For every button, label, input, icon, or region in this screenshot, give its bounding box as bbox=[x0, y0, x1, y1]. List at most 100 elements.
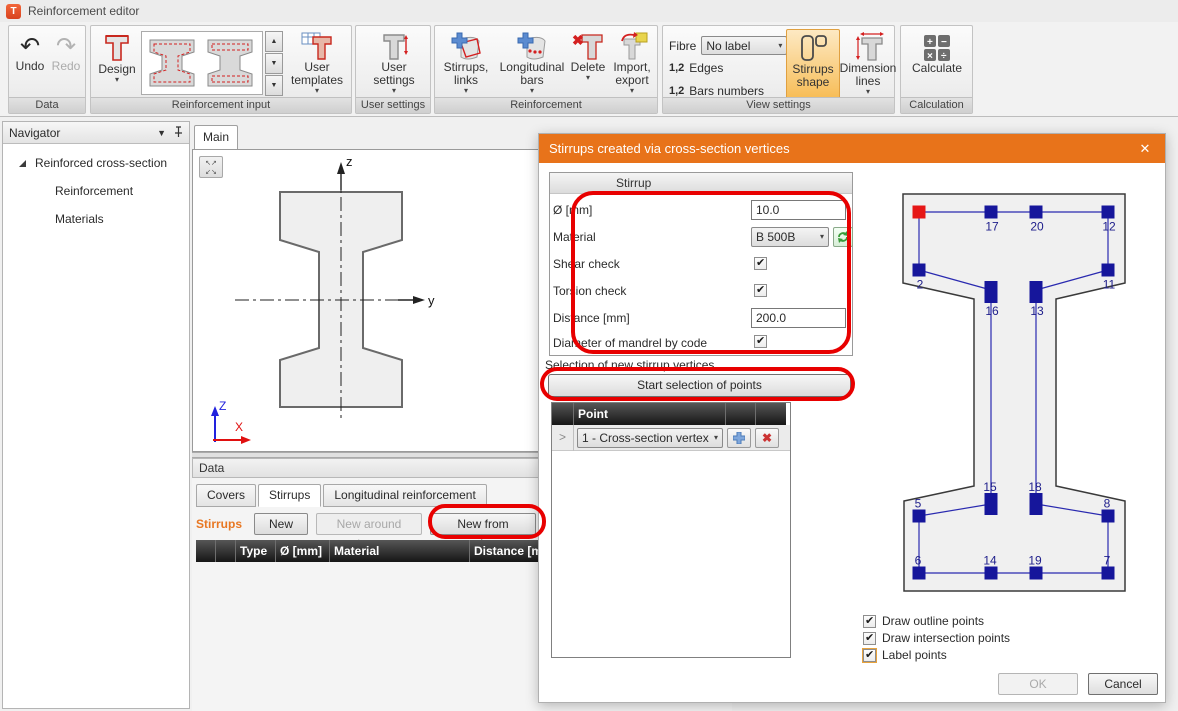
preview-point[interactable] bbox=[913, 510, 926, 523]
design-button[interactable]: Design ▾ bbox=[95, 31, 139, 84]
stirrups-dialog: Stirrups created via cross-section verti… bbox=[538, 133, 1166, 703]
torsion-check-checkbox[interactable] bbox=[754, 284, 767, 297]
new-around-bars-button[interactable]: New around bars bbox=[316, 513, 422, 535]
preview-point[interactable] bbox=[985, 567, 998, 580]
preview-point[interactable] bbox=[1102, 510, 1115, 523]
navigator-header: Navigator ▼ bbox=[3, 122, 189, 144]
diameter-input[interactable]: 10.0 bbox=[751, 200, 846, 220]
preview-point[interactable] bbox=[1030, 493, 1043, 515]
stirrups-links-button[interactable]: Stirrups, links ▾ bbox=[437, 31, 495, 95]
edges-numbers-icon: 1,2 bbox=[669, 62, 684, 74]
navigator-pin-icon[interactable] bbox=[174, 126, 183, 140]
draw-outline-points-option[interactable]: Draw outline points bbox=[863, 613, 1010, 629]
draw-intersection-points-checkbox[interactable] bbox=[863, 632, 876, 645]
ribbon-group-view-settings: Fibre No label ▾ 1,2 Edges 1,2 Bars numb… bbox=[662, 25, 895, 114]
ok-button[interactable]: OK bbox=[998, 673, 1078, 695]
label-points-option[interactable]: Label points bbox=[863, 647, 1010, 663]
user-settings-icon bbox=[378, 31, 410, 61]
preview-point-label: 7 bbox=[1104, 554, 1111, 568]
tree-expander-icon[interactable] bbox=[17, 158, 27, 168]
preview-point-selected[interactable] bbox=[913, 206, 926, 219]
edges-toggle[interactable]: 1,2 Edges bbox=[669, 61, 723, 75]
fibre-dropdown[interactable]: No label ▾ bbox=[701, 36, 787, 55]
new-button[interactable]: New bbox=[254, 513, 308, 535]
close-icon[interactable]: ✕ bbox=[1135, 141, 1155, 157]
cancel-button[interactable]: Cancel bbox=[1088, 673, 1158, 695]
preview-point-label: 18 bbox=[1028, 480, 1042, 494]
dimension-lines-button[interactable]: Dimension lines ▾ bbox=[842, 29, 894, 96]
new-from-points-button[interactable]: New from points bbox=[430, 513, 536, 535]
preview-point-label: 15 bbox=[983, 480, 997, 494]
bars-numbers-toggle[interactable]: 1,2 Bars numbers bbox=[669, 84, 764, 98]
point-table: Point > 1 - Cross-section vertex ▾ ✖ bbox=[551, 402, 791, 658]
ribbon-group-user-settings: User settings ▾ User settings bbox=[355, 25, 431, 114]
shear-check-row: Shear check bbox=[553, 254, 839, 274]
row-selector[interactable]: > bbox=[552, 425, 574, 451]
longitudinal-bars-button[interactable]: Longitudinal bars ▾ bbox=[497, 31, 567, 95]
tab-main[interactable]: Main bbox=[194, 125, 238, 149]
preview-point[interactable] bbox=[1030, 281, 1043, 303]
triad-x-label: X bbox=[235, 420, 243, 434]
gallery-scroll-down-button[interactable]: ▼ bbox=[265, 53, 283, 74]
gallery-more-button[interactable]: ▼ bbox=[265, 75, 283, 96]
point-type-dropdown[interactable]: 1 - Cross-section vertex ▾ bbox=[577, 428, 723, 448]
tab-covers[interactable]: Covers bbox=[196, 484, 256, 507]
sidebar-item-materials[interactable]: Materials bbox=[55, 212, 189, 226]
preview-point[interactable] bbox=[913, 567, 926, 580]
user-settings-button[interactable]: User settings ▾ bbox=[362, 31, 426, 95]
tab-stirrups[interactable]: Stirrups bbox=[258, 484, 321, 507]
preview-point[interactable] bbox=[985, 493, 998, 515]
preview-point-label: 6 bbox=[915, 554, 922, 568]
point-table-header: Point bbox=[552, 403, 790, 425]
preview-point[interactable] bbox=[1102, 264, 1115, 277]
preview-point-label: 2 bbox=[917, 278, 924, 292]
calculate-button[interactable]: +− ×÷ Calculate bbox=[906, 34, 968, 75]
preview-point[interactable] bbox=[1030, 567, 1043, 580]
draw-outline-points-checkbox[interactable] bbox=[863, 615, 876, 628]
preview-point-label: 16 bbox=[985, 304, 999, 318]
stirrups-shape-toggle[interactable]: Stirrups shape bbox=[786, 29, 840, 99]
undo-button[interactable]: ↶ Undo bbox=[13, 34, 47, 73]
preview-point[interactable] bbox=[1030, 206, 1043, 219]
navigator-dropdown-icon[interactable]: ▼ bbox=[157, 128, 166, 138]
tab-longitudinal-reinforcement[interactable]: Longitudinal reinforcement bbox=[323, 484, 486, 507]
bars-numbers-icon: 1,2 bbox=[669, 85, 684, 97]
shear-check-checkbox[interactable] bbox=[754, 257, 767, 270]
mandrel-row: Diameter of mandrel by code bbox=[553, 333, 839, 353]
preview-point-label: 11 bbox=[1103, 278, 1116, 292]
templates-gallery[interactable] bbox=[141, 31, 263, 95]
delete-point-button[interactable]: ✖ bbox=[755, 428, 779, 448]
delete-button[interactable]: ✖ Delete ▾ bbox=[567, 31, 609, 82]
gallery-scroll-up-button[interactable]: ▲ bbox=[265, 31, 283, 52]
preview-point[interactable] bbox=[985, 281, 998, 303]
label-points-checkbox[interactable] bbox=[863, 649, 876, 662]
torsion-check-label: Torsion check bbox=[553, 284, 839, 298]
preview-point[interactable] bbox=[1102, 567, 1115, 580]
dimension-lines-chevron-icon: ▾ bbox=[866, 88, 870, 96]
longitudinal-bars-icon bbox=[515, 31, 549, 61]
ribbon-group-reinforcement-input-label: Reinforcement input bbox=[91, 97, 351, 113]
import-export-button[interactable]: Import, export ▾ bbox=[607, 31, 657, 95]
material-dropdown[interactable]: B 500B ▾ bbox=[751, 227, 829, 247]
plus-icon bbox=[733, 432, 745, 444]
sidebar-item-reinforced-cross-section[interactable]: Reinforced cross-section bbox=[3, 156, 189, 170]
mandrel-checkbox[interactable] bbox=[754, 335, 767, 348]
user-templates-button[interactable]: User templates ▾ bbox=[285, 31, 349, 95]
preview-point[interactable] bbox=[1102, 206, 1115, 219]
preview-point-label: 12 bbox=[1102, 220, 1116, 234]
dialog-title-bar[interactable]: Stirrups created via cross-section verti… bbox=[539, 134, 1165, 163]
start-selection-button[interactable]: Start selection of points bbox=[548, 374, 851, 397]
preview-point[interactable] bbox=[913, 264, 926, 277]
material-refresh-button[interactable] bbox=[833, 227, 853, 247]
distance-input[interactable]: 200.0 bbox=[751, 308, 846, 328]
sidebar-item-reinforcement[interactable]: Reinforcement bbox=[55, 184, 189, 198]
preview-point[interactable] bbox=[985, 206, 998, 219]
redo-button[interactable]: ↷ Redo bbox=[49, 34, 83, 73]
add-point-button[interactable] bbox=[727, 428, 751, 448]
preview-area[interactable]: 1720122111613151858614197 bbox=[859, 171, 1165, 611]
import-export-chevron-icon: ▾ bbox=[630, 87, 634, 95]
draw-intersection-points-option[interactable]: Draw intersection points bbox=[863, 630, 1010, 646]
navigator-panel: Navigator ▼ Reinforced cross-section Rei… bbox=[2, 121, 190, 709]
window-title: Reinforcement editor bbox=[28, 4, 139, 18]
zoom-fit-button[interactable]: ↖↗↙↘ bbox=[199, 156, 223, 178]
